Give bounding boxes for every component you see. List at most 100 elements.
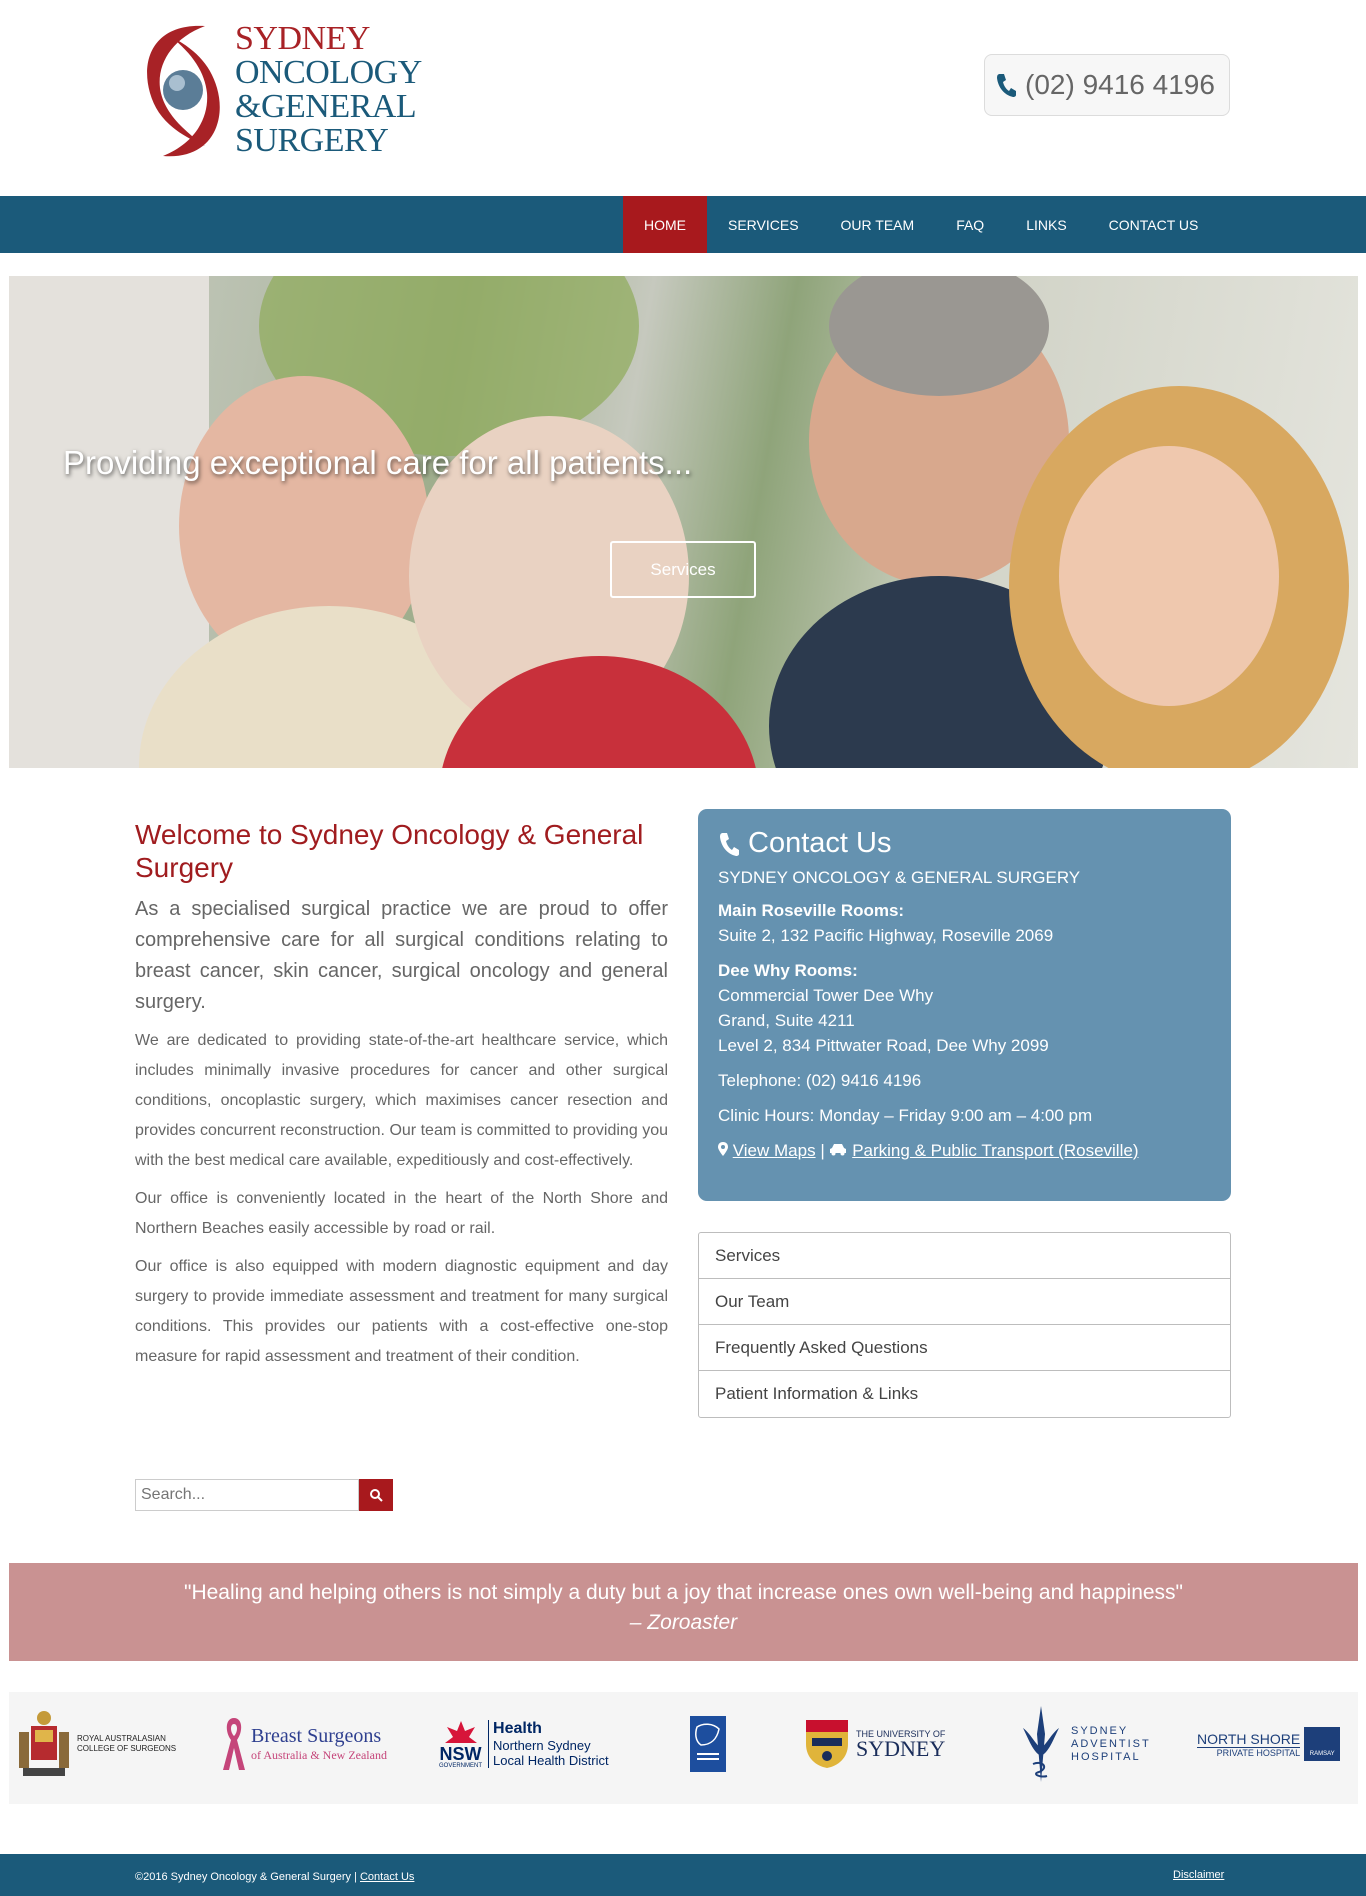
racs-logo[interactable]: ROYAL AUSTRALASIAN COLLEGE OF SURGEONS: [17, 1704, 176, 1784]
sah-line-3: HOSPITAL: [1071, 1750, 1141, 1763]
partner-logos: ROYAL AUSTRALASIAN COLLEGE OF SURGEONS B…: [9, 1692, 1358, 1804]
health-text: Health Northern Sydney Local Health Dist…: [488, 1720, 609, 1768]
hero-services-button[interactable]: Services: [610, 541, 756, 598]
quote-author: – Zoroaster: [629, 1611, 738, 1634]
usyd-logo[interactable]: THE UNIVERSITY OF SYDNEY: [804, 1704, 945, 1784]
footer-left: ©2016 Sydney Oncology & General Surgery …: [135, 1871, 414, 1883]
nav-faq[interactable]: FAQ: [935, 196, 1005, 253]
footer-disclaimer-link[interactable]: Disclaimer: [1173, 1869, 1224, 1881]
nav-links[interactable]: LINKS: [1005, 196, 1087, 253]
logo-wordmark: SYDNEY ONCOLOGY &GENERAL SURGERY: [235, 22, 422, 158]
breast-surgeons-logo[interactable]: Breast Surgeons of Australia & New Zeala…: [221, 1704, 387, 1784]
nav-items: HOME SERVICES OUR TEAM FAQ LINKS CONTACT…: [623, 196, 1219, 253]
welcome-section: Welcome to Sydney Oncology & General Sur…: [135, 818, 668, 1372]
nsw-mark: NSW GOVERNMENT: [439, 1719, 482, 1769]
map-marker-icon: [718, 1142, 728, 1156]
racs-line-2: COLLEGE OF SURGEONS: [77, 1744, 177, 1753]
main-nav: HOME SERVICES OUR TEAM FAQ LINKS CONTACT…: [0, 196, 1366, 253]
sah-text: SYDNEY ADVENTIST HOSPITAL: [1071, 1725, 1151, 1764]
racs-text: ROYAL AUSTRALASIAN COLLEGE OF SURGEONS: [77, 1734, 176, 1754]
welcome-paragraph-3: Our office is also equipped with modern …: [135, 1258, 668, 1365]
nav-our-team[interactable]: OUR TEAM: [820, 196, 936, 253]
header-phone[interactable]: (02) 9416 4196: [984, 54, 1230, 116]
contact-title: Contact Us: [718, 827, 1211, 860]
nav-home[interactable]: HOME: [623, 196, 707, 253]
contact-hours: Clinic Hours: Monday – Friday 9:00 am – …: [718, 1106, 1093, 1125]
health-line-2: Northern Sydney: [493, 1738, 591, 1753]
header-phone-number: (02) 9416 4196: [1025, 69, 1215, 100]
logo-line-2: ONCOLOGY: [235, 54, 422, 91]
racs-crest-icon: [19, 1711, 69, 1776]
ribbon-icon: [223, 1718, 245, 1770]
logo-line-4: SURGERY: [235, 122, 389, 159]
contact-telephone: Telephone: (02) 9416 4196: [718, 1071, 922, 1090]
search-icon: [370, 1489, 383, 1502]
nsw-label: NSW: [439, 1744, 482, 1764]
sah-caduceus-icon: [1023, 1706, 1059, 1782]
nsph-line-1: NORTH SHORE: [1197, 1730, 1301, 1748]
waratah-icon: [444, 1721, 477, 1743]
side-menu-faq[interactable]: Frequently Asked Questions: [699, 1325, 1230, 1371]
quote-banner: "Healing and helping others is not simpl…: [9, 1563, 1358, 1661]
contact-panel: Contact Us SYDNEY ONCOLOGY & GENERAL SUR…: [698, 809, 1231, 1201]
bs-line-2: of Australia & New Zealand: [251, 1748, 387, 1762]
nav-services[interactable]: SERVICES: [707, 196, 820, 253]
footer-copyright: ©2016 Sydney Oncology & General Surgery …: [135, 1871, 357, 1883]
usyd-crest-icon: [806, 1720, 848, 1768]
nsw-health-logo[interactable]: NSW GOVERNMENT Health Northern Sydney Lo…: [439, 1704, 609, 1784]
gsa-badge-icon: [690, 1716, 726, 1772]
search-button[interactable]: [359, 1479, 393, 1511]
health-line-1: Health: [493, 1720, 542, 1737]
contact-title-text: Contact Us: [748, 827, 892, 859]
hero-caption: Providing exceptional care for all patie…: [63, 444, 693, 481]
nsph-line-2: PRIVATE HOSPITAL: [1216, 1747, 1301, 1758]
welcome-paragraph-1: We are dedicated to providing state-of-t…: [135, 1032, 668, 1169]
side-menu-services[interactable]: Services: [699, 1233, 1230, 1279]
search-input[interactable]: [135, 1479, 359, 1511]
footer-contact-link[interactable]: Contact Us: [360, 1871, 414, 1883]
nsph-text: NORTH SHORE PRIVATE HOSPITAL: [1197, 1730, 1301, 1758]
hero-person-4: [1059, 446, 1279, 706]
welcome-paragraph-2: Our office is conveniently located in th…: [135, 1190, 668, 1237]
site-logo[interactable]: SYDNEY ONCOLOGY &GENERAL SURGERY: [135, 18, 435, 163]
breast-surgeons-text: Breast Surgeons of Australia & New Zeala…: [251, 1725, 387, 1763]
health-line-3: Local Health District: [493, 1753, 609, 1768]
welcome-title: Welcome to Sydney Oncology & General Sur…: [135, 819, 644, 883]
contact-main-address: Suite 2, 132 Pacific Highway, Roseville …: [718, 926, 1054, 945]
nsw-sub: GOVERNMENT: [439, 1763, 483, 1769]
logo-line-1: SYDNEY: [235, 20, 370, 57]
contact-main-heading: Main Roseville Rooms:: [718, 901, 905, 920]
contact-company: SYDNEY ONCOLOGY & GENERAL SURGERY: [718, 868, 1081, 887]
logo-line-3: &GENERAL: [235, 88, 417, 125]
hero-banner: Providing exceptional care for all patie…: [9, 276, 1358, 768]
contact-link-separator: |: [820, 1141, 825, 1160]
sydney-adventist-logo[interactable]: SYDNEY ADVENTIST HOSPITAL: [1019, 1704, 1151, 1784]
usyd-line-2: SYDNEY: [856, 1736, 946, 1761]
ramsay-badge: RAMSAY: [1304, 1727, 1341, 1761]
side-menu: Services Our Team Frequently Asked Quest…: [698, 1232, 1231, 1418]
contact-deewhy-heading: Dee Why Rooms:: [718, 961, 858, 980]
quote-text: "Healing and helping others is not simpl…: [183, 1581, 1184, 1604]
sah-line-2: ADVENTIST: [1071, 1737, 1151, 1750]
contact-deewhy-line-3: Level 2, 834 Pittwater Road, Dee Why 209…: [718, 1036, 1049, 1055]
logo-mark-icon: [147, 25, 220, 157]
gsa-logo[interactable]: [689, 1704, 727, 1784]
contact-deewhy-line-2: Grand, Suite 4211: [718, 1011, 855, 1030]
usyd-text: THE UNIVERSITY OF SYDNEY: [856, 1729, 946, 1761]
search-form: [135, 1479, 393, 1511]
north-shore-private-logo[interactable]: NORTH SHORE PRIVATE HOSPITAL RAMSAY: [1197, 1704, 1341, 1784]
side-menu-our-team[interactable]: Our Team: [699, 1279, 1230, 1325]
parking-transport-link[interactable]: Parking & Public Transport (Roseville): [852, 1141, 1138, 1160]
view-maps-link[interactable]: View Maps: [733, 1141, 816, 1160]
contact-deewhy-line-1: Commercial Tower Dee Why: [718, 986, 934, 1005]
welcome-lead: As a specialised surgical practice we ar…: [135, 898, 668, 1013]
sah-line-1: SYDNEY: [1071, 1724, 1129, 1737]
phone-icon: [720, 832, 739, 856]
nav-contact-us[interactable]: CONTACT US: [1088, 196, 1220, 253]
contact-links: View Maps | Parking & Public Transport (…: [718, 1138, 1211, 1163]
site-footer: ©2016 Sydney Oncology & General Surgery …: [0, 1854, 1366, 1896]
side-menu-patient-info[interactable]: Patient Information & Links: [699, 1371, 1230, 1417]
racs-line-1: ROYAL AUSTRALASIAN: [77, 1734, 166, 1743]
phone-icon: [997, 74, 1016, 97]
car-icon: [830, 1144, 847, 1156]
